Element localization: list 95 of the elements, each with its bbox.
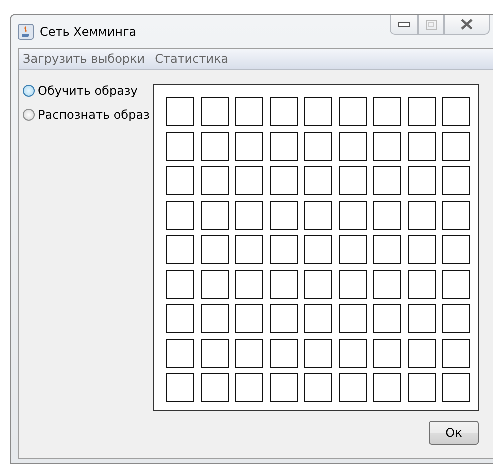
grid-cell[interactable] — [235, 373, 263, 402]
grid-cell[interactable] — [442, 132, 470, 160]
grid-cell[interactable] — [200, 270, 228, 298]
grid-cell[interactable] — [442, 270, 470, 298]
ok-button[interactable]: Ок — [429, 421, 479, 445]
grid-cell[interactable] — [235, 338, 263, 368]
grid-cell[interactable] — [200, 373, 228, 402]
minimize-icon — [398, 22, 410, 28]
grid-cell[interactable] — [270, 338, 298, 368]
grid-cell[interactable] — [270, 200, 298, 230]
grid-cell[interactable] — [304, 373, 332, 402]
grid-cell[interactable] — [373, 166, 401, 195]
grid-cell[interactable] — [373, 132, 401, 160]
grid-cell[interactable] — [442, 200, 470, 230]
grid-cell[interactable] — [166, 304, 194, 333]
grid-cell[interactable] — [166, 235, 194, 264]
grid-cell[interactable] — [166, 132, 194, 160]
minimize-button[interactable] — [390, 15, 418, 35]
grid-cell[interactable] — [235, 235, 263, 264]
grid-cell[interactable] — [304, 235, 332, 264]
grid-cell[interactable] — [442, 373, 470, 402]
grid-cell[interactable] — [442, 235, 470, 264]
grid-cell[interactable] — [200, 166, 228, 195]
grid-cell[interactable] — [304, 338, 332, 368]
grid-cell[interactable] — [235, 270, 263, 298]
grid-cell[interactable] — [408, 373, 436, 402]
radio-button[interactable] — [23, 85, 35, 97]
radio-button[interactable] — [23, 109, 35, 121]
grid-cell[interactable] — [408, 166, 436, 195]
grid-cell[interactable] — [304, 97, 332, 126]
grid-cell[interactable] — [200, 235, 228, 264]
grid-cell[interactable] — [338, 132, 366, 160]
grid-cell[interactable] — [408, 132, 436, 160]
grid-cell[interactable] — [270, 304, 298, 333]
grid-cell[interactable] — [373, 235, 401, 264]
grid-cell[interactable] — [338, 304, 366, 333]
grid-cell[interactable] — [166, 97, 194, 126]
grid-cell[interactable] — [270, 373, 298, 402]
grid-cell[interactable] — [270, 97, 298, 126]
grid-cell[interactable] — [304, 166, 332, 195]
grid-cell[interactable] — [200, 200, 228, 230]
menu-item[interactable]: Загрузить выборки — [21, 52, 148, 66]
grid-cell[interactable] — [373, 338, 401, 368]
grid-cell[interactable] — [166, 200, 194, 230]
grid-cell[interactable] — [235, 132, 263, 160]
grid-cell[interactable] — [408, 97, 436, 126]
grid-cell[interactable] — [338, 338, 366, 368]
grid-cell[interactable] — [408, 338, 436, 368]
grid-cell[interactable] — [442, 166, 470, 195]
grid-cell[interactable] — [373, 97, 401, 126]
grid-cell[interactable] — [338, 97, 366, 126]
grid-cell[interactable] — [235, 97, 263, 126]
menu-item[interactable]: Статистика — [153, 52, 231, 66]
grid-cell[interactable] — [373, 270, 401, 298]
grid-cell[interactable] — [338, 373, 366, 402]
grid-cell[interactable] — [338, 270, 366, 298]
grid-cell[interactable] — [200, 132, 228, 160]
grid-cell[interactable] — [200, 338, 228, 368]
grid-cell[interactable] — [235, 304, 263, 333]
grid-cell[interactable] — [166, 166, 194, 195]
grid-cell[interactable] — [304, 304, 332, 333]
grid-cell[interactable] — [442, 304, 470, 333]
grid-cell[interactable] — [408, 235, 436, 264]
grid-cell[interactable] — [304, 132, 332, 160]
grid-cell[interactable] — [408, 270, 436, 298]
grid-cell[interactable] — [442, 97, 470, 126]
grid-cell[interactable] — [373, 200, 401, 230]
grid-cell[interactable] — [304, 270, 332, 298]
grid-cell[interactable] — [270, 132, 298, 160]
grid-cell[interactable] — [304, 200, 332, 230]
java-cup-icon — [18, 24, 34, 40]
grid-cell[interactable] — [373, 304, 401, 333]
maximize-icon — [426, 20, 436, 30]
grid-cell[interactable] — [408, 304, 436, 333]
close-button[interactable] — [444, 15, 490, 35]
grid-cell[interactable] — [166, 338, 194, 368]
grid-cell[interactable] — [200, 304, 228, 333]
grid-cell[interactable] — [270, 235, 298, 264]
grid-cell[interactable] — [166, 270, 194, 298]
grid-cell[interactable] — [373, 373, 401, 402]
grid-cell[interactable] — [442, 338, 470, 368]
grid-cell[interactable] — [338, 235, 366, 264]
grid-cell[interactable] — [270, 270, 298, 298]
grid-cell[interactable] — [338, 200, 366, 230]
grid-cell[interactable] — [408, 200, 436, 230]
radio-label: Распознать образ — [38, 108, 150, 122]
grid-cell[interactable] — [235, 200, 263, 230]
radio-label: Обучить образу — [38, 84, 138, 98]
grid-cell[interactable] — [200, 97, 228, 126]
grid-cell[interactable] — [270, 166, 298, 195]
close-icon — [460, 19, 474, 30]
grid-cell[interactable] — [235, 166, 263, 195]
grid-cell[interactable] — [166, 373, 194, 402]
window-title: Сеть Хемминга — [40, 24, 137, 38]
grid-cell[interactable] — [338, 166, 366, 195]
